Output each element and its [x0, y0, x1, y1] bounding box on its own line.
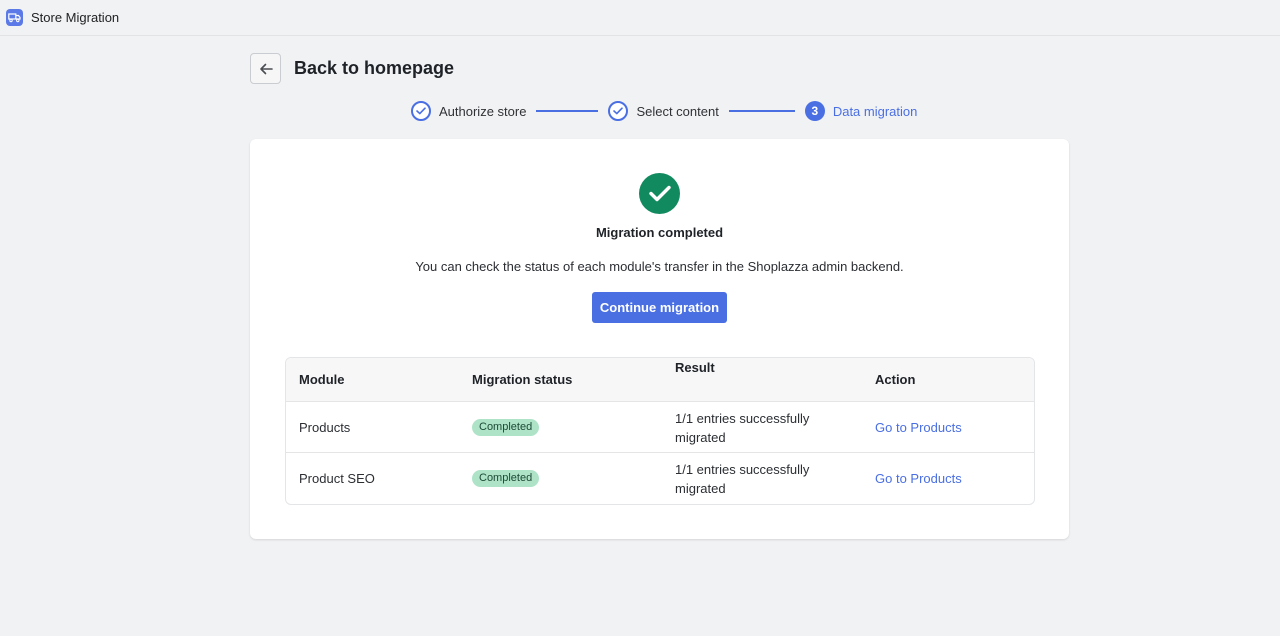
- back-button[interactable]: [250, 53, 281, 84]
- table-row: Product SEO Completed 1/1 entries succes…: [286, 453, 1034, 504]
- action-cell: Go to Products: [875, 453, 962, 504]
- migration-result-card: Migration completed You can check the st…: [250, 139, 1069, 539]
- table-header: Module Migration status Result Action: [286, 358, 1034, 402]
- step-data-migration: 3 Data migration: [804, 101, 918, 121]
- progress-stepper: Authorize store Select content 3 Data mi…: [411, 100, 917, 122]
- table-row: Products Completed 1/1 entries successfu…: [286, 402, 1034, 453]
- status-cell: Completed: [472, 402, 540, 453]
- step-connector: [536, 110, 599, 112]
- truck-icon: [6, 9, 23, 26]
- check-icon: [411, 101, 431, 121]
- column-header-result: Result: [675, 360, 715, 375]
- module-name: Products: [299, 420, 351, 435]
- status-cell: Completed: [472, 453, 540, 504]
- step-connector: [728, 110, 795, 112]
- app-title: Store Migration: [31, 10, 120, 25]
- top-bar: Store Migration: [0, 0, 1280, 36]
- check-circle-icon: [639, 173, 680, 214]
- result-description: You can check the status of each module'…: [415, 259, 904, 274]
- result-heading: Migration completed: [595, 225, 724, 240]
- action-cell: Go to Products: [875, 402, 962, 453]
- status-badge: Completed: [472, 419, 540, 436]
- column-header-module: Module: [299, 372, 345, 387]
- column-header-action: Action: [875, 372, 916, 387]
- step-number: 3: [804, 101, 825, 121]
- step-label: Authorize store: [439, 103, 527, 119]
- step-authorize-store: Authorize store: [411, 101, 526, 121]
- page-header: Back to homepage: [250, 53, 454, 84]
- step-select-content: Select content: [608, 101, 719, 121]
- go-to-products-link[interactable]: Go to Products: [875, 471, 962, 486]
- result-text: 1/1 entries successfully migrated: [675, 410, 810, 445]
- result-text: 1/1 entries successfully migrated: [675, 461, 810, 496]
- arrow-left-icon: [259, 63, 273, 74]
- go-to-products-link[interactable]: Go to Products: [875, 420, 962, 435]
- check-icon: [608, 101, 629, 121]
- column-header-status: Migration status: [472, 372, 573, 387]
- module-name: Product SEO: [299, 471, 375, 486]
- status-badge: Completed: [472, 470, 540, 487]
- step-label: Data migration: [832, 103, 918, 119]
- page-title: Back to homepage: [294, 58, 455, 78]
- continue-migration-button[interactable]: Continue migration: [592, 292, 727, 323]
- step-label: Select content: [636, 103, 719, 119]
- migration-table: Module Migration status Result Action Pr…: [285, 357, 1035, 505]
